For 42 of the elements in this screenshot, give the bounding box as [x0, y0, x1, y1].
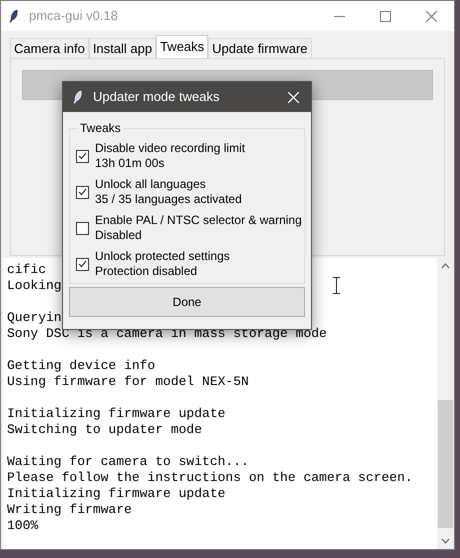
- log-line: Initializing firmware update: [7, 486, 226, 501]
- log-line: Getting device info: [7, 358, 156, 373]
- option-label: Disable video recording limit: [95, 141, 246, 156]
- check-icon: [78, 260, 87, 268]
- close-icon: [288, 92, 298, 102]
- window-title: pmca-gui v0.18: [29, 7, 118, 26]
- checkbox[interactable]: [76, 222, 89, 234]
- option-label: Enable PAL / NTSC selector & warning: [95, 213, 302, 228]
- log-line: Writing firmware: [7, 502, 132, 517]
- close-icon: [426, 10, 436, 22]
- log-line: Queryin: [7, 310, 62, 325]
- text-cursor-icon: [333, 277, 340, 294]
- feather-icon: [9, 9, 19, 23]
- log-line: Waiting for camera to switch...: [7, 454, 249, 469]
- dialog-close-button[interactable]: [285, 89, 301, 105]
- checkbox[interactable]: [76, 150, 89, 162]
- maximize-icon: [380, 10, 390, 22]
- tab[interactable]: Install app: [88, 38, 156, 58]
- option-status: 35 / 35 languages activated: [95, 192, 242, 207]
- checkbox[interactable]: [76, 258, 89, 270]
- dialog-title: Updater mode tweaks: [93, 88, 220, 106]
- log-line: Looking: [7, 278, 62, 293]
- option-status: Disabled: [95, 228, 143, 243]
- check-icon: [78, 152, 87, 160]
- log-line: Please follow the instructions on the camera screen.: [7, 470, 413, 485]
- scroll-thumb[interactable]: [438, 400, 453, 528]
- option-label: Unlock protected settings: [95, 249, 230, 264]
- log-line: Using firmware for model NEX-5N: [7, 374, 249, 389]
- option-status: Protection disabled: [95, 264, 198, 279]
- check-icon: [78, 188, 87, 196]
- option-status: 13h 01m 00s: [95, 156, 166, 171]
- tab[interactable]: Camera info: [10, 38, 89, 58]
- log-line: 100%: [7, 518, 38, 533]
- log-line: cific: [7, 262, 46, 277]
- tab[interactable]: Tweaks: [156, 35, 208, 58]
- done-button[interactable]: Done: [69, 287, 305, 317]
- log-line: Switching to updater mode: [7, 422, 202, 437]
- feather-icon: [73, 90, 83, 104]
- log-line: Initializing firmware update: [7, 406, 226, 421]
- option-label: Unlock all languages: [95, 177, 207, 192]
- tab[interactable]: Update firmware: [208, 38, 312, 58]
- checkbox[interactable]: [76, 186, 89, 198]
